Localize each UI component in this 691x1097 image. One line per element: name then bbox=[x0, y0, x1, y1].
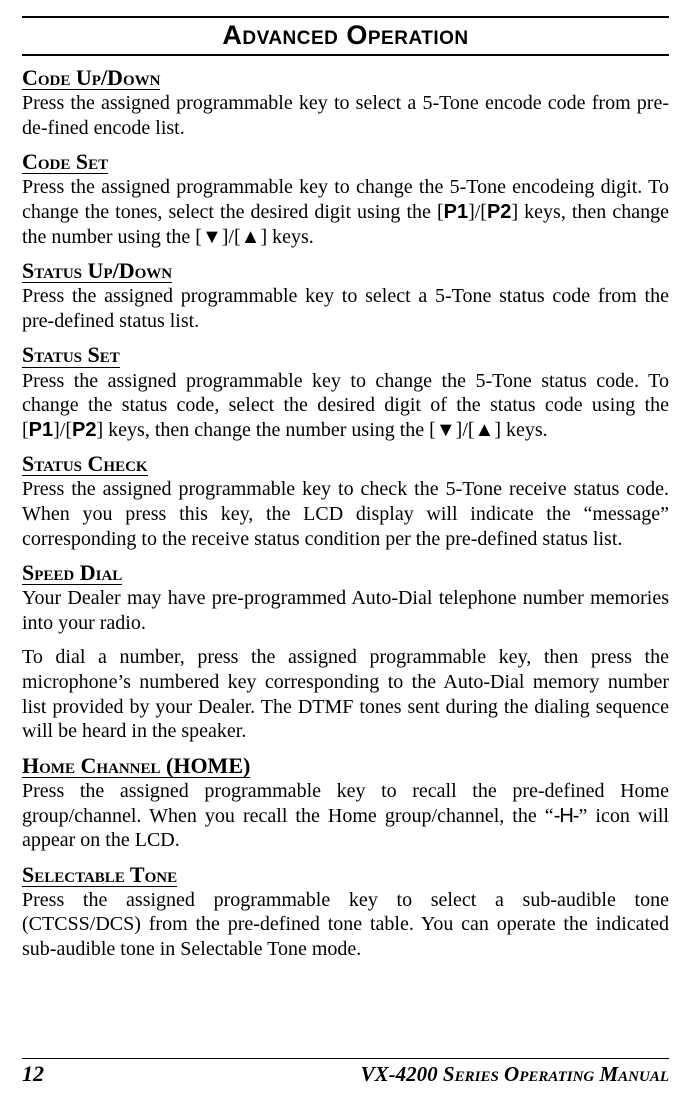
section-status-up-down: Status Up/Down Press the assigned progra… bbox=[22, 259, 669, 333]
page-footer: 12 VX-4200 Series Operating Manual bbox=[22, 1058, 669, 1087]
text-fragment: ]/[ bbox=[456, 419, 475, 441]
text-fragment: ]/[ bbox=[222, 226, 241, 248]
up-arrow-icon: ▲ bbox=[241, 226, 261, 248]
section-selectable-tone: Selectable Tone Press the assigned progr… bbox=[22, 863, 669, 962]
body-home-channel: Press the assigned programmable key to r… bbox=[22, 779, 669, 853]
section-code-up-down: Code Up/Down Press the assigned programm… bbox=[22, 66, 669, 140]
text-fragment: ] keys, then change the number using the… bbox=[97, 419, 436, 441]
heading-status-set: Status Set bbox=[22, 343, 120, 367]
page-number: 12 bbox=[22, 1061, 44, 1087]
heading-code-up-down: Code Up/Down bbox=[22, 66, 160, 90]
section-status-set: Status Set Press the assigned programmab… bbox=[22, 343, 669, 442]
home-icon: -H- bbox=[554, 805, 579, 827]
body-code-set: Press the assigned programmable key to c… bbox=[22, 175, 669, 249]
text-fragment: ] keys. bbox=[260, 226, 313, 248]
body-code-up-down: Press the assigned programmable key to s… bbox=[22, 91, 669, 140]
text-fragment: ]/[ bbox=[53, 419, 72, 441]
key-p2: P2 bbox=[72, 419, 96, 441]
section-status-check: Status Check Press the assigned programm… bbox=[22, 452, 669, 551]
heading-selectable-tone: Selectable Tone bbox=[22, 863, 177, 887]
manual-title: VX-4200 Series Operating Manual bbox=[361, 1062, 669, 1087]
heading-code-set: Code Set bbox=[22, 150, 108, 174]
body-speed-dial-1: Your Dealer may have pre-programmed Auto… bbox=[22, 586, 669, 635]
section-code-set: Code Set Press the assigned programmable… bbox=[22, 150, 669, 249]
key-p1: P1 bbox=[29, 419, 53, 441]
text-fragment: ] keys. bbox=[494, 419, 547, 441]
key-p2: P2 bbox=[487, 201, 511, 223]
section-home-channel: Home Channel (HOME) Press the assigned p… bbox=[22, 754, 669, 853]
section-speed-dial: Speed Dial Your Dealer may have pre-prog… bbox=[22, 561, 669, 744]
heading-home-channel: Home Channel (HOME) bbox=[22, 754, 250, 778]
body-selectable-tone: Press the assigned programmable key to s… bbox=[22, 888, 669, 962]
down-arrow-icon: ▼ bbox=[202, 226, 222, 248]
heading-speed-dial: Speed Dial bbox=[22, 561, 122, 585]
body-status-set: Press the assigned programmable key to c… bbox=[22, 369, 669, 443]
document-page: Advanced Operation Code Up/Down Press th… bbox=[0, 0, 691, 1097]
body-speed-dial-2: To dial a number, press the assigned pro… bbox=[22, 645, 669, 743]
page-title: Advanced Operation bbox=[22, 16, 669, 56]
heading-status-up-down: Status Up/Down bbox=[22, 259, 172, 283]
down-arrow-icon: ▼ bbox=[436, 419, 456, 441]
text-fragment: ]/[ bbox=[468, 201, 487, 223]
body-status-check: Press the assigned programmable key to c… bbox=[22, 477, 669, 551]
heading-status-check: Status Check bbox=[22, 452, 148, 476]
key-p1: P1 bbox=[444, 201, 468, 223]
body-status-up-down: Press the assigned programmable key to s… bbox=[22, 284, 669, 333]
up-arrow-icon: ▲ bbox=[475, 419, 495, 441]
